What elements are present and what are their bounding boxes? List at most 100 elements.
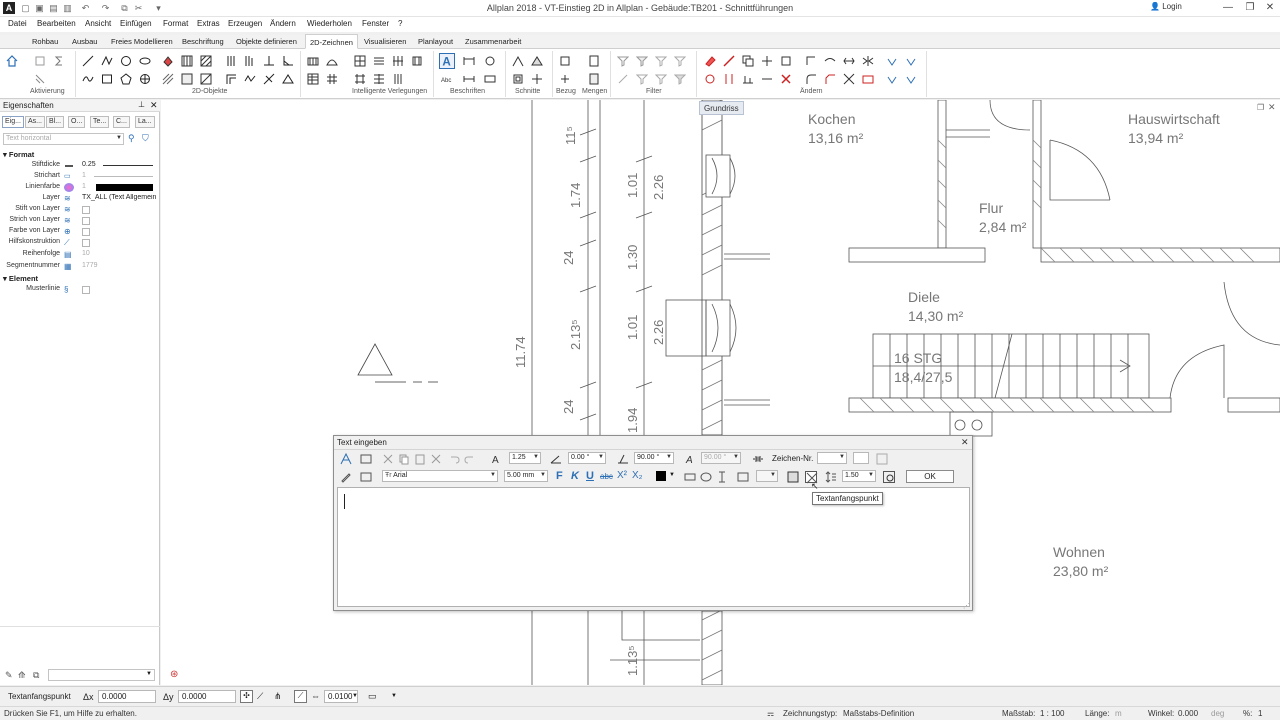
quantity-icon[interactable] (588, 55, 600, 67)
restore-view-icon[interactable]: ❐ (1257, 103, 1264, 112)
delete-icon[interactable] (704, 55, 716, 67)
offset-icon[interactable] (244, 55, 256, 67)
chamfer-icon[interactable] (824, 73, 836, 85)
prop-value[interactable]: 10 (82, 250, 90, 257)
text-options-icon[interactable] (883, 471, 895, 483)
area-calc-icon[interactable] (307, 55, 319, 67)
circle-icon[interactable] (120, 55, 132, 67)
delete-text-icon[interactable] (430, 453, 442, 465)
laying-icon-2[interactable] (373, 55, 385, 67)
filter-icon[interactable] (617, 55, 629, 67)
tab-freies-modellieren[interactable]: Freies Modellieren (111, 37, 173, 46)
link-icon[interactable] (752, 453, 764, 465)
text-block-icon[interactable] (787, 471, 799, 483)
menu-einfuegen[interactable]: Einfügen (120, 19, 152, 28)
move-icon[interactable] (761, 55, 773, 67)
align-select[interactable]: ▼ (756, 470, 778, 482)
tab-objekte-definieren[interactable]: Objekte definieren (236, 37, 297, 46)
laying-icon-3[interactable] (392, 55, 404, 67)
superscript-icon[interactable]: X² (617, 470, 627, 481)
table-icon[interactable] (307, 73, 319, 85)
intersection-icon[interactable]: ⋔ (274, 691, 282, 702)
chevron-down-icon[interactable]: ▼ (669, 472, 675, 478)
convert-icon[interactable] (704, 73, 716, 85)
checkbox[interactable] (82, 217, 90, 225)
ptab-la[interactable]: La... (135, 116, 155, 128)
login-button[interactable]: 👤 Login (1150, 2, 1182, 11)
char-no-field[interactable] (853, 452, 869, 464)
reference-2-icon[interactable] (559, 73, 571, 85)
pin-icon[interactable]: ⊥ (138, 100, 145, 109)
search-icon[interactable]: ⚲ (128, 133, 135, 144)
underline-icon[interactable]: U (586, 470, 594, 482)
ptab-eig[interactable]: Eig... (2, 116, 24, 128)
favorite-icon[interactable]: ⟰ (18, 670, 26, 681)
ptab-bl[interactable]: Bl... (46, 116, 65, 128)
prop-row-hilfskonstruktion[interactable]: Hilfskonstruktion ⟋ (0, 238, 160, 249)
section-icon[interactable] (512, 55, 524, 67)
text-angle-icon[interactable] (550, 453, 562, 465)
laying-icon-7[interactable] (392, 73, 404, 85)
tab-visualisieren[interactable]: Visualisieren (364, 37, 406, 46)
menu-wiederholen[interactable]: Wiederholen (307, 19, 352, 28)
sum-icon[interactable] (53, 55, 65, 67)
section-element[interactable]: ▾ Element (3, 274, 38, 283)
italic-icon[interactable]: K (571, 470, 579, 482)
bold-icon[interactable]: F (556, 470, 563, 482)
tab-2d-zeichnen[interactable]: 2D-Zeichnen (305, 34, 358, 49)
prop-row-linienfarbe[interactable]: Linienfarbe 1 (0, 183, 160, 194)
prop-row-stift-von-layer[interactable]: Stift von Layer ≋ (0, 205, 160, 216)
maximize-icon[interactable]: ❐ (1243, 2, 1257, 14)
menu-format[interactable]: Format (163, 19, 188, 28)
text-abc-icon[interactable]: Abc (441, 73, 453, 85)
ok-button[interactable]: OK (906, 470, 954, 483)
ptab-as[interactable]: As... (25, 116, 46, 128)
laying-icon-4[interactable] (411, 55, 423, 67)
section-view-icon[interactable] (531, 73, 543, 85)
paste-icon[interactable] (414, 453, 426, 465)
properties-search-input[interactable]: Text horizontal ▼ (3, 133, 124, 145)
text-input-area[interactable] (337, 487, 970, 607)
prop-row-musterlinie[interactable]: Musterlinie § (0, 285, 160, 296)
favorite-select[interactable]: ▼ (48, 669, 155, 681)
step-icon[interactable]: ⇔ (311, 691, 320, 701)
filter-5-icon[interactable] (617, 73, 629, 85)
dialog-close-icon[interactable]: ✕ (961, 437, 969, 448)
menu-bearbeiten[interactable]: Bearbeiten (37, 19, 76, 28)
intersect-icon[interactable] (843, 73, 855, 85)
dy-field[interactable]: 0.0000 (178, 690, 236, 703)
scale-value[interactable]: 1 : 100 (1040, 709, 1064, 718)
ptab-te[interactable]: Te... (90, 116, 110, 128)
split-icon[interactable] (723, 73, 735, 85)
close-icon[interactable]: ✕ (1263, 2, 1277, 14)
remove-icon[interactable] (780, 73, 792, 85)
angle-value[interactable]: 0.000 (1178, 709, 1198, 718)
direction-icon[interactable]: ⟋ (257, 691, 263, 702)
menu-fenster[interactable]: Fenster (362, 19, 389, 28)
ptab-o[interactable]: O... (68, 116, 86, 128)
reference-icon[interactable] (559, 55, 571, 67)
menu-erzeugen[interactable]: Erzeugen (228, 19, 262, 28)
mirror-icon[interactable] (862, 55, 874, 67)
char-no-select[interactable]: ▼ (817, 452, 847, 464)
stretch-icon[interactable] (843, 55, 855, 67)
scale-icon[interactable] (862, 73, 874, 85)
filter-4-icon[interactable] (674, 55, 686, 67)
home-icon[interactable] (6, 55, 18, 67)
abc-box-icon[interactable] (684, 471, 696, 483)
text-italic-angle-icon[interactable]: A (685, 453, 697, 465)
pattern-icon[interactable] (200, 55, 212, 67)
filter-7-icon[interactable] (655, 73, 667, 85)
track-icon[interactable]: ⟋ (294, 690, 307, 703)
pen-tool-icon[interactable] (340, 471, 352, 483)
text-slant-icon[interactable] (617, 453, 629, 465)
format-settings-icon[interactable] (360, 471, 372, 483)
line-spacing-icon[interactable] (825, 471, 837, 483)
gradient-icon[interactable] (162, 73, 174, 85)
tab-planlayout[interactable]: Planlayout (418, 37, 453, 46)
dim-line-icon[interactable] (463, 73, 475, 85)
filter-funnel-icon[interactable]: ⛉ (142, 133, 149, 144)
prop-row-strichart[interactable]: Strichart ▭ 1 (0, 172, 160, 183)
erase-part-icon[interactable] (723, 55, 735, 67)
properties-close-icon[interactable]: ✕ (150, 100, 158, 111)
